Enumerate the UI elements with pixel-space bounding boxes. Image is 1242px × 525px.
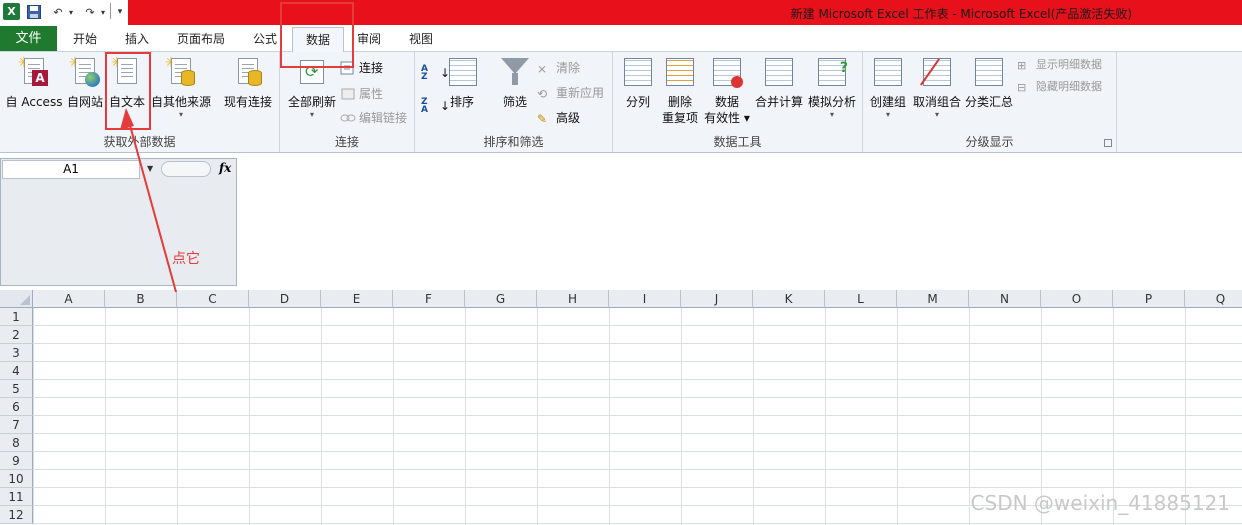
- annotation-label: 点它: [172, 251, 200, 267]
- watermark: CSDN @weixin_41885121: [970, 491, 1230, 515]
